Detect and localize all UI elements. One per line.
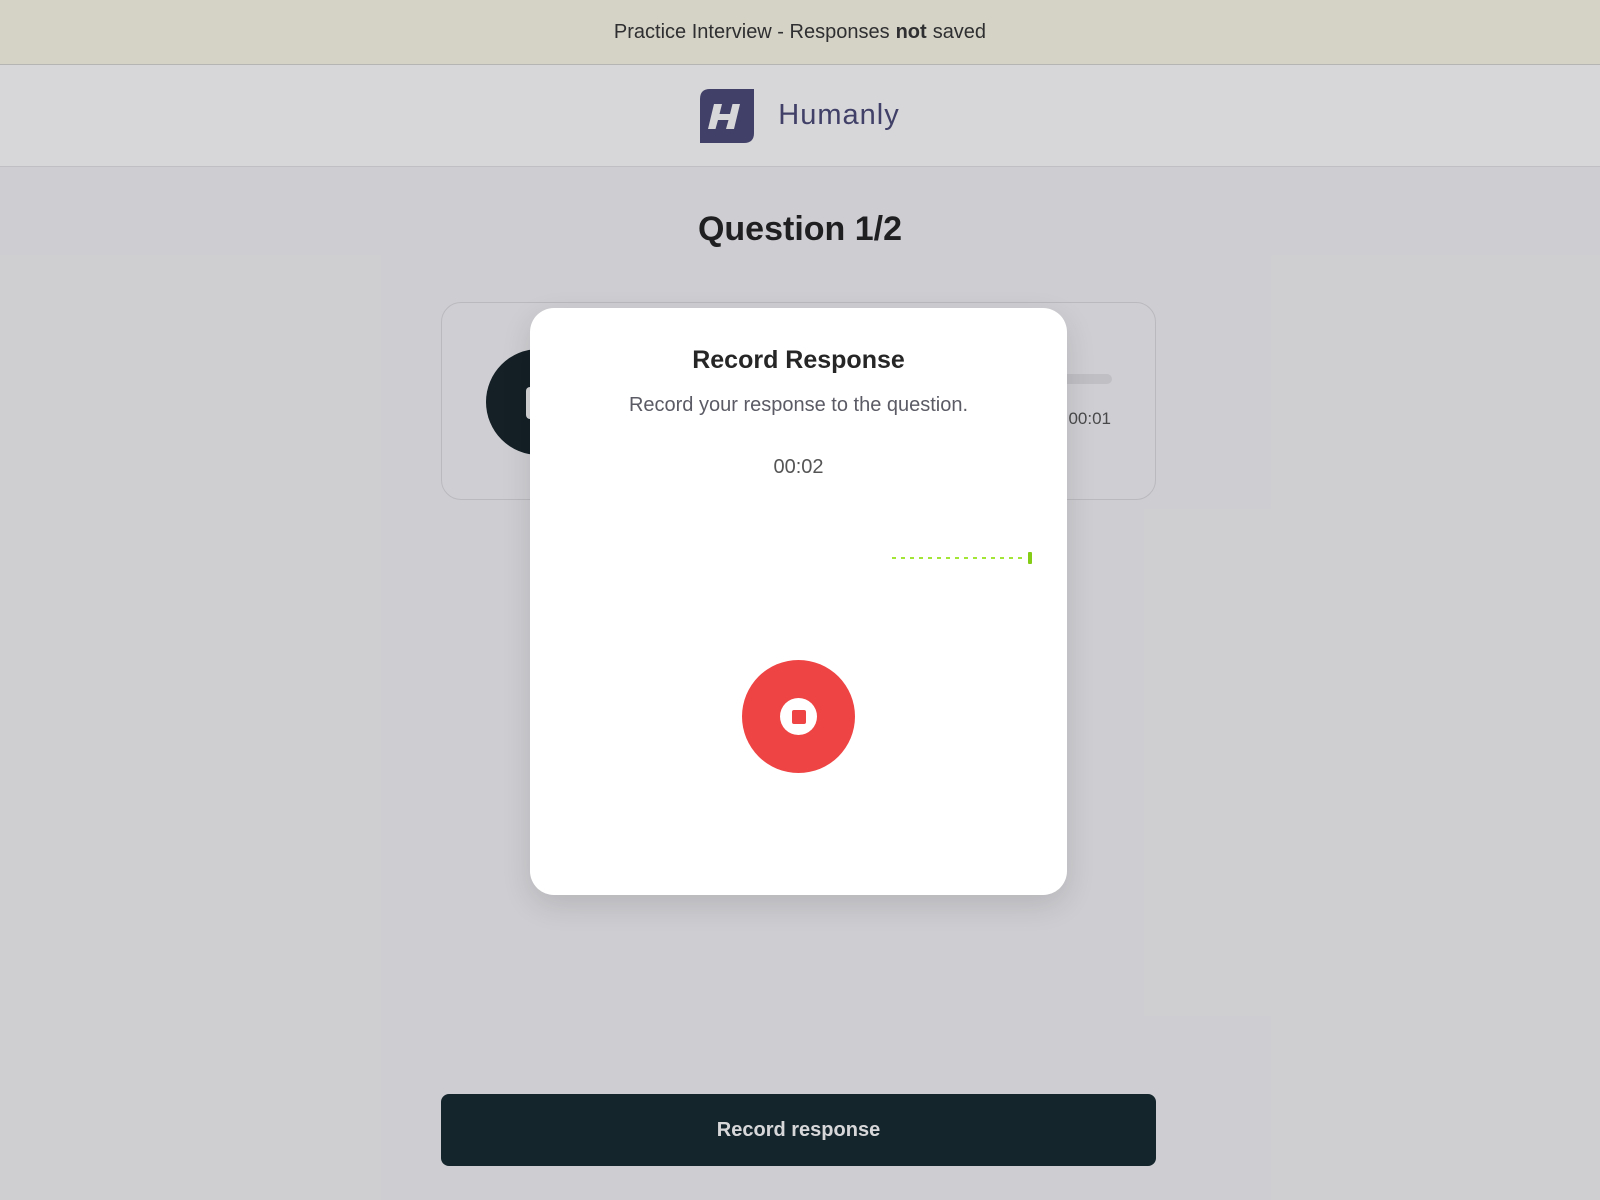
record-response-modal: Record Response Record your response to … bbox=[530, 308, 1067, 895]
modal-title: Record Response bbox=[692, 346, 905, 374]
audio-waveform bbox=[892, 552, 1032, 564]
stop-recording-button[interactable] bbox=[742, 660, 855, 773]
stop-icon bbox=[780, 698, 817, 735]
recording-timer: 00:02 bbox=[773, 456, 824, 478]
modal-subtitle: Record your response to the question. bbox=[628, 394, 969, 416]
stop-square bbox=[791, 709, 806, 724]
